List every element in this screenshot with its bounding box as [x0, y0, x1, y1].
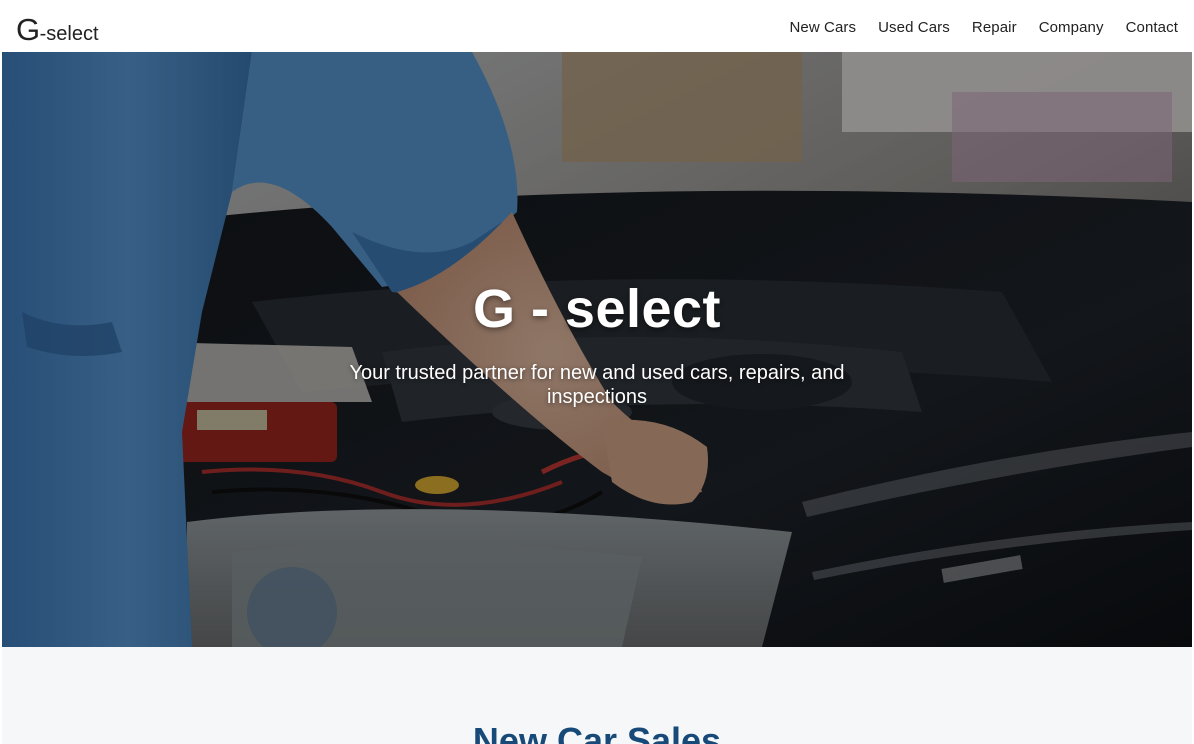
nav-contact[interactable]: Contact [1126, 19, 1178, 36]
section-title: New Car Sales [472, 720, 722, 744]
logo-text: -select [39, 22, 99, 45]
nav-new-cars[interactable]: New Cars [789, 19, 856, 36]
nav-company[interactable]: Company [1039, 19, 1104, 36]
new-car-sales-section: New Car Sales [2, 647, 1192, 744]
site-header: G -select New Cars Used Cars Repair Comp… [0, 0, 1194, 52]
hero-banner: G - select Your trusted partner for new … [2, 52, 1192, 647]
site-logo[interactable]: G -select [16, 14, 99, 45]
logo-mark: G [16, 11, 40, 47]
main-nav: New Cars Used Cars Repair Company Contac… [789, 19, 1178, 36]
nav-used-cars[interactable]: Used Cars [878, 19, 950, 36]
hero-title: G - select [472, 279, 722, 339]
hero-content: G - select Your trusted partner for new … [2, 279, 1192, 409]
hero-subtitle: Your trusted partner for new and used ca… [349, 362, 845, 409]
nav-repair[interactable]: Repair [972, 19, 1017, 36]
